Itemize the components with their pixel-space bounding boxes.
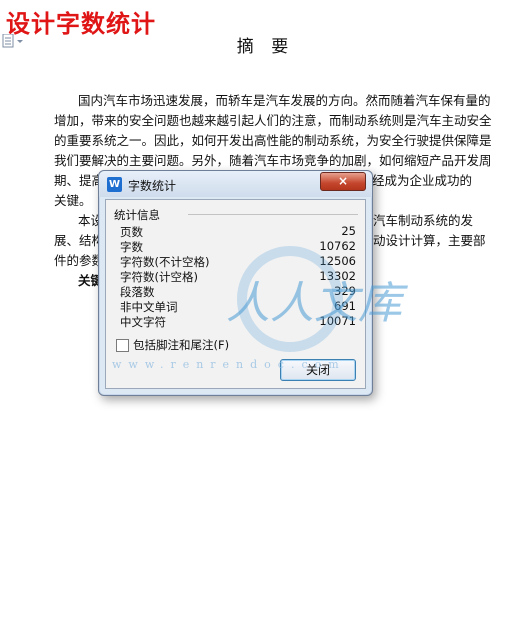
stat-row-pages: 页数 25 — [120, 224, 356, 239]
dialog-title: 字数统计 — [128, 179, 177, 193]
stat-value: 12506 — [319, 254, 356, 268]
paragraph-line: 我们要解决的主要问题。另外，随着汽车市场竞争的加剧，如何缩短产品开发周 — [54, 153, 492, 168]
stat-value: 10762 — [319, 239, 356, 253]
paragraph-line: 件的参数 — [54, 253, 105, 268]
stats-list: 页数 25 字数 10762 字符数(不计空格) 12506 字符数(计空格) … — [120, 224, 356, 329]
stat-row-chinese-chars: 中文字符 10071 — [120, 314, 356, 329]
stat-value: 10071 — [319, 314, 356, 328]
stat-row-chars-no-spaces: 字符数(不计空格) 12506 — [120, 254, 356, 269]
stat-row-chars-with-spaces: 字符数(计空格) 13302 — [120, 269, 356, 284]
include-footnotes-label[interactable]: 包括脚注和尾注(F) — [133, 337, 229, 353]
stat-value: 329 — [334, 284, 356, 298]
stat-label: 中文字符 — [120, 315, 166, 329]
stat-value: 691 — [334, 299, 356, 313]
stat-label: 段落数 — [120, 285, 155, 299]
dialog-titlebar[interactable]: W 字数统计 × — [99, 171, 372, 197]
stat-label: 字数 — [120, 240, 143, 254]
stat-label: 页数 — [120, 225, 143, 239]
paragraph-line: 国内汽车市场迅速发展，而轿车是汽车发展的方向。然而随着汽车保有量的 — [78, 93, 491, 108]
paragraph-line: 经成为企业成功的 — [372, 173, 473, 188]
wps-app-icon: W — [107, 177, 122, 192]
section-divider — [188, 214, 358, 215]
stat-row-paragraphs: 段落数 329 — [120, 284, 356, 299]
paragraph-line: 期、提高 — [54, 173, 105, 188]
document-title: 摘 要 — [236, 37, 295, 57]
paragraph-line: 展、结构 — [54, 233, 105, 248]
paragraph-line: 增加，带来的安全问题也越来越引起人们的注意，而制动系统则是汽车主动安全 — [54, 113, 492, 128]
stat-label: 非中文单词 — [120, 300, 178, 314]
stat-row-non-chinese-words: 非中文单词 691 — [120, 299, 356, 314]
close-icon[interactable]: × — [320, 172, 366, 191]
stat-row-words: 字数 10762 — [120, 239, 356, 254]
paragraph-line: 的重要系统之一。因此，如何开发出高性能的制动系统，为安全行驶提供保障是 — [54, 133, 492, 148]
stat-label: 字符数(计空格) — [120, 270, 198, 284]
paragraph-line: 关键。 — [54, 193, 92, 208]
section-label: 统计信息 — [114, 208, 160, 222]
stat-value: 13302 — [319, 269, 356, 283]
watermark-url: www.renrendoc.com — [112, 358, 346, 371]
include-footnotes-checkbox[interactable] — [116, 339, 129, 352]
paragraph-line: 汽车制动系统的发 — [373, 213, 474, 228]
stat-value: 25 — [341, 224, 356, 238]
stat-label: 字符数(不计空格) — [120, 255, 210, 269]
paragraph-line: 动设计计算，主要部 — [373, 233, 486, 248]
